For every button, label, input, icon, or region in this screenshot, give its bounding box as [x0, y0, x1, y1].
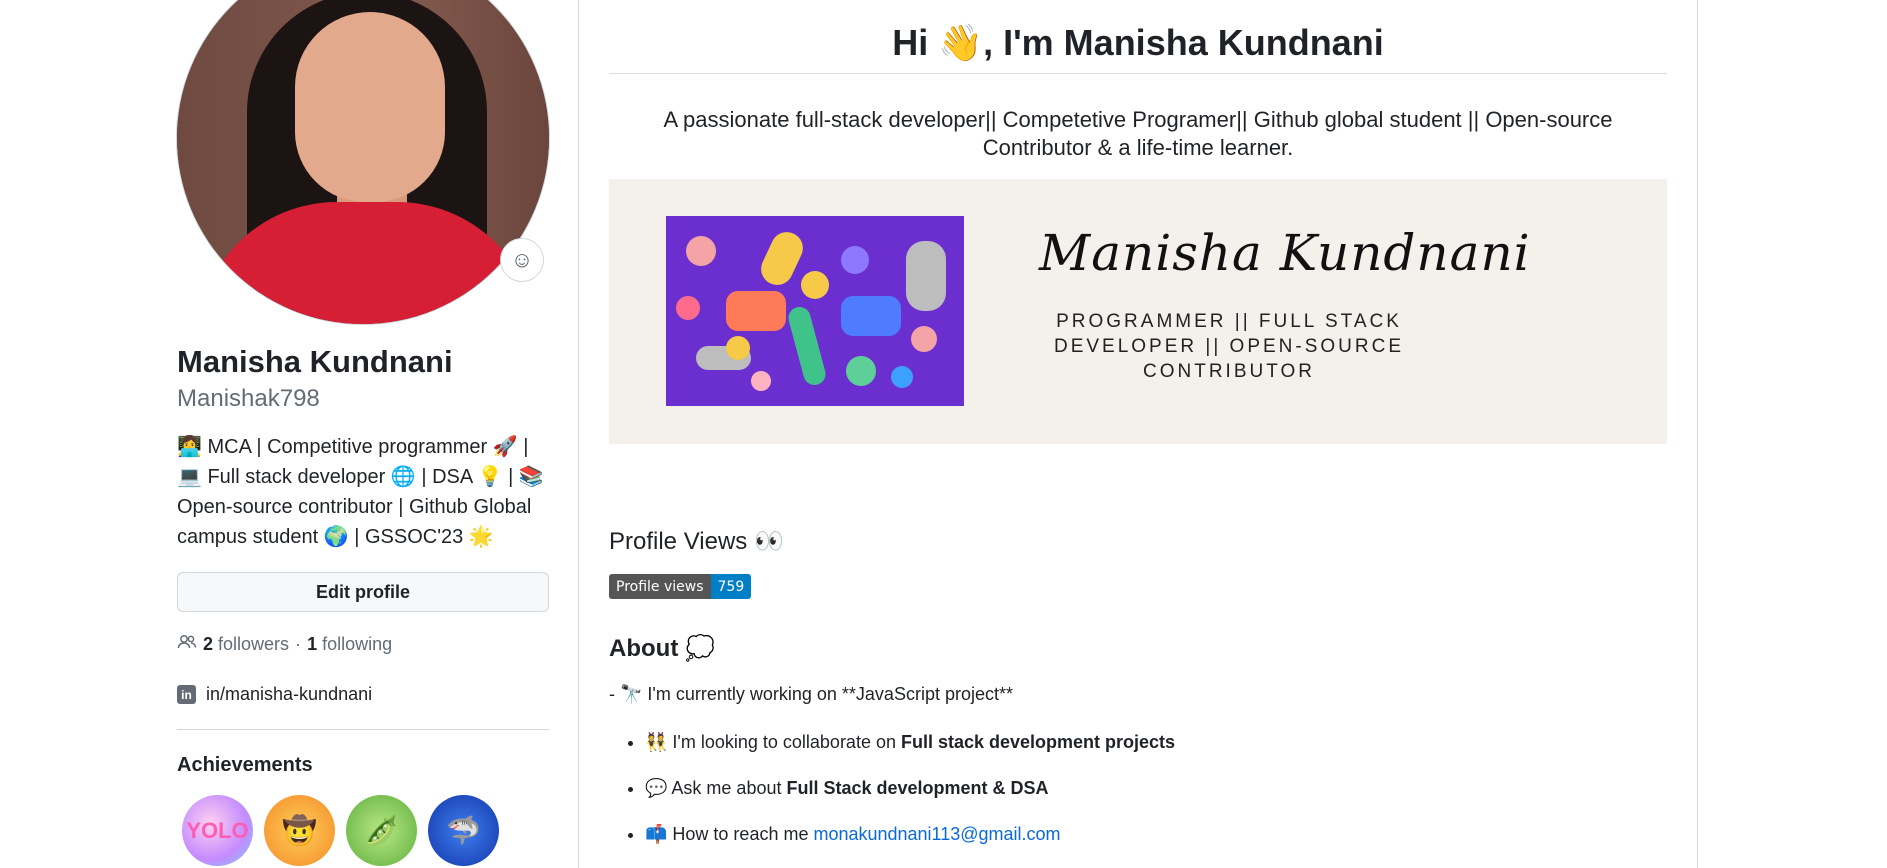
achievements-heading: Achievements [177, 754, 313, 776]
readme-border [1697, 0, 1698, 868]
profile-login: Manishak798 [177, 385, 320, 412]
follow-stats: 2 followers · 1 following [177, 634, 392, 655]
about-list: 👯 I'm looking to collaborate on Full sta… [627, 728, 1175, 866]
sidebar-divider [177, 729, 549, 730]
avatar-image [177, 0, 549, 324]
code-illustration [666, 216, 964, 406]
list-item: 💬 Ask me about Full Stack development & … [645, 774, 1175, 820]
smiley-icon[interactable]: ☺ [500, 238, 544, 282]
yolo-badge-icon[interactable]: YOLO [182, 795, 253, 866]
edit-profile-button[interactable]: Edit profile [177, 572, 549, 612]
profile-bio: 👩‍💻 MCA | Competitive programmer 🚀 | 💻 F… [177, 432, 557, 552]
achievement-badges: YOLO 🤠 🫛 🦈 [182, 795, 499, 866]
readme-title: Hi 👋, I'm Manisha Kundnani [892, 22, 1384, 63]
bio-line: Open-source contributor | Github Global [177, 496, 532, 518]
list-item: 👯 I'm looking to collaborate on Full sta… [645, 728, 1175, 774]
pair-extraordinaire-badge-icon[interactable]: 🫛 [346, 795, 417, 866]
quickdraw-badge-icon[interactable]: 🤠 [264, 795, 335, 866]
email-link[interactable]: monakundnani113@gmail.com [813, 824, 1060, 844]
linkedin-handle: in/manisha-kundnani [206, 684, 373, 704]
readme-tagline: A passionate full-stack developer|| Comp… [663, 107, 1613, 160]
list-item: 📫 How to reach me monakundnani113@gmail.… [645, 820, 1175, 866]
views-badge-count: 759 [710, 574, 752, 599]
views-badge-label: Profile views [609, 574, 711, 599]
profile-views-heading: Profile Views 👀 [609, 528, 784, 555]
profile-views-badge[interactable]: Profile views 759 [609, 574, 752, 599]
bio-line: campus student 🌍 | GSSOC'23 🌟 [177, 526, 494, 548]
followers-link[interactable]: 2 followers [203, 634, 289, 655]
about-heading: About 💭 [609, 635, 715, 662]
people-icon [177, 634, 197, 655]
banner-subtitle: PROGRAMMER || FULL STACK DEVELOPER || OP… [1053, 311, 1405, 382]
following-link[interactable]: 1 following [307, 634, 392, 655]
readme-banner: Manisha Kundnani PROGRAMMER || FULL STAC… [609, 179, 1667, 444]
banner-signature: Manisha Kundnani [1039, 224, 1531, 282]
separator-dot: · [295, 634, 302, 654]
column-divider [578, 0, 579, 868]
pull-shark-badge-icon[interactable]: 🦈 [428, 795, 499, 866]
title-rule [609, 73, 1667, 74]
profile-name: Manisha Kundnani [177, 344, 453, 379]
linkedin-icon: in [177, 685, 196, 704]
bio-line: 👩‍💻 MCA | Competitive programmer 🚀 | [177, 436, 529, 458]
avatar[interactable] [177, 0, 549, 324]
linkedin-link[interactable]: in in/manisha-kundnani [177, 684, 372, 705]
bio-line: 💻 Full stack developer 🌐 | DSA 💡 | 📚 [177, 466, 544, 488]
about-current-work: - 🔭 I'm currently working on **JavaScrip… [609, 684, 1013, 704]
